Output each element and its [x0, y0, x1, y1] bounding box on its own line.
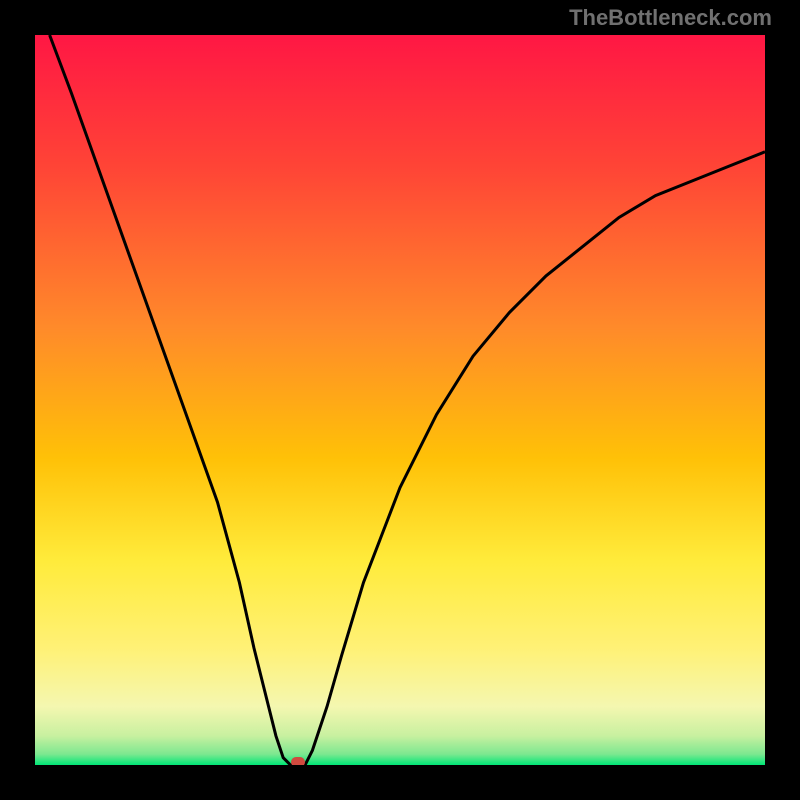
optimal-point-marker — [291, 757, 305, 765]
bottleneck-curve — [35, 35, 765, 765]
chart-container: TheBottleneck.com — [0, 0, 800, 800]
chart-plot-area — [35, 35, 765, 765]
attribution-label: TheBottleneck.com — [569, 5, 772, 31]
